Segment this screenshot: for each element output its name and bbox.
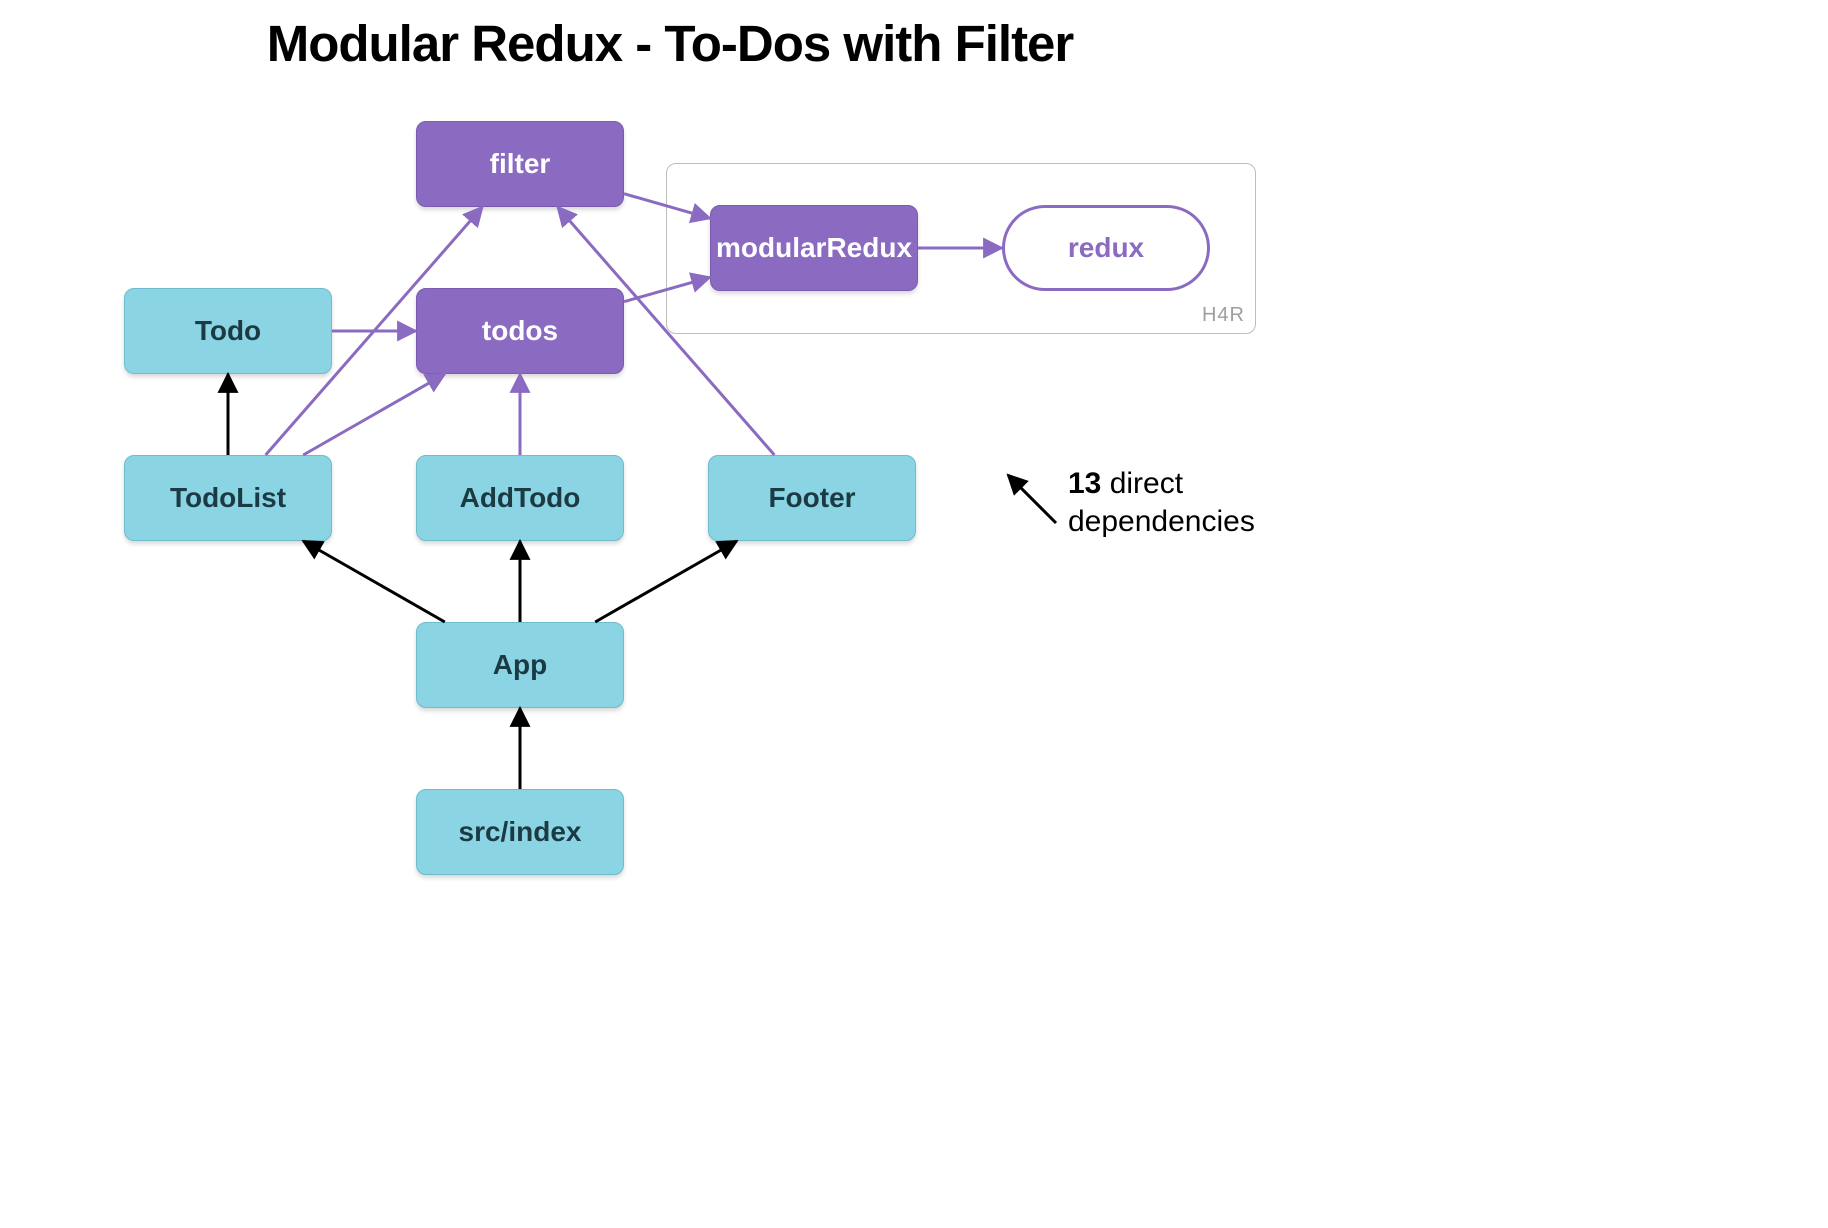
node-label: AddTodo (460, 482, 581, 514)
node-src-index: src/index (416, 789, 624, 875)
node-label: src/index (459, 816, 582, 848)
node-todo: Todo (124, 288, 332, 374)
dependency-count-text2: dependencies (1068, 505, 1255, 538)
edge-app-to-todoList (303, 541, 445, 622)
node-filter: filter (416, 121, 624, 207)
node-add-todo: AddTodo (416, 455, 624, 541)
node-label: Footer (768, 482, 855, 514)
node-label: filter (490, 148, 551, 180)
dependency-count-annotation: 13 direct dependencies (1068, 465, 1255, 540)
edge-todoList-to-todos (303, 374, 445, 455)
node-label: Todo (195, 315, 261, 347)
node-modular-redux: modularRedux (710, 205, 918, 291)
node-label: todos (482, 315, 558, 347)
group-label: H4R (1202, 304, 1245, 327)
node-todos: todos (416, 288, 624, 374)
node-redux: redux (1002, 205, 1210, 291)
diagram-canvas: H4R filter todos modularRedux redux Todo… (0, 0, 1828, 1228)
node-label: App (493, 649, 547, 681)
node-label: modularRedux (716, 232, 912, 264)
dependency-count-text1: direct (1101, 467, 1183, 500)
node-label: redux (1068, 232, 1144, 264)
node-app: App (416, 622, 624, 708)
node-label: TodoList (170, 482, 286, 514)
dependency-count-number: 13 (1068, 467, 1101, 500)
edge-app-to-footer (595, 541, 737, 622)
annotation-pointer-arrow (1008, 475, 1056, 523)
node-footer: Footer (708, 455, 916, 541)
node-todo-list: TodoList (124, 455, 332, 541)
